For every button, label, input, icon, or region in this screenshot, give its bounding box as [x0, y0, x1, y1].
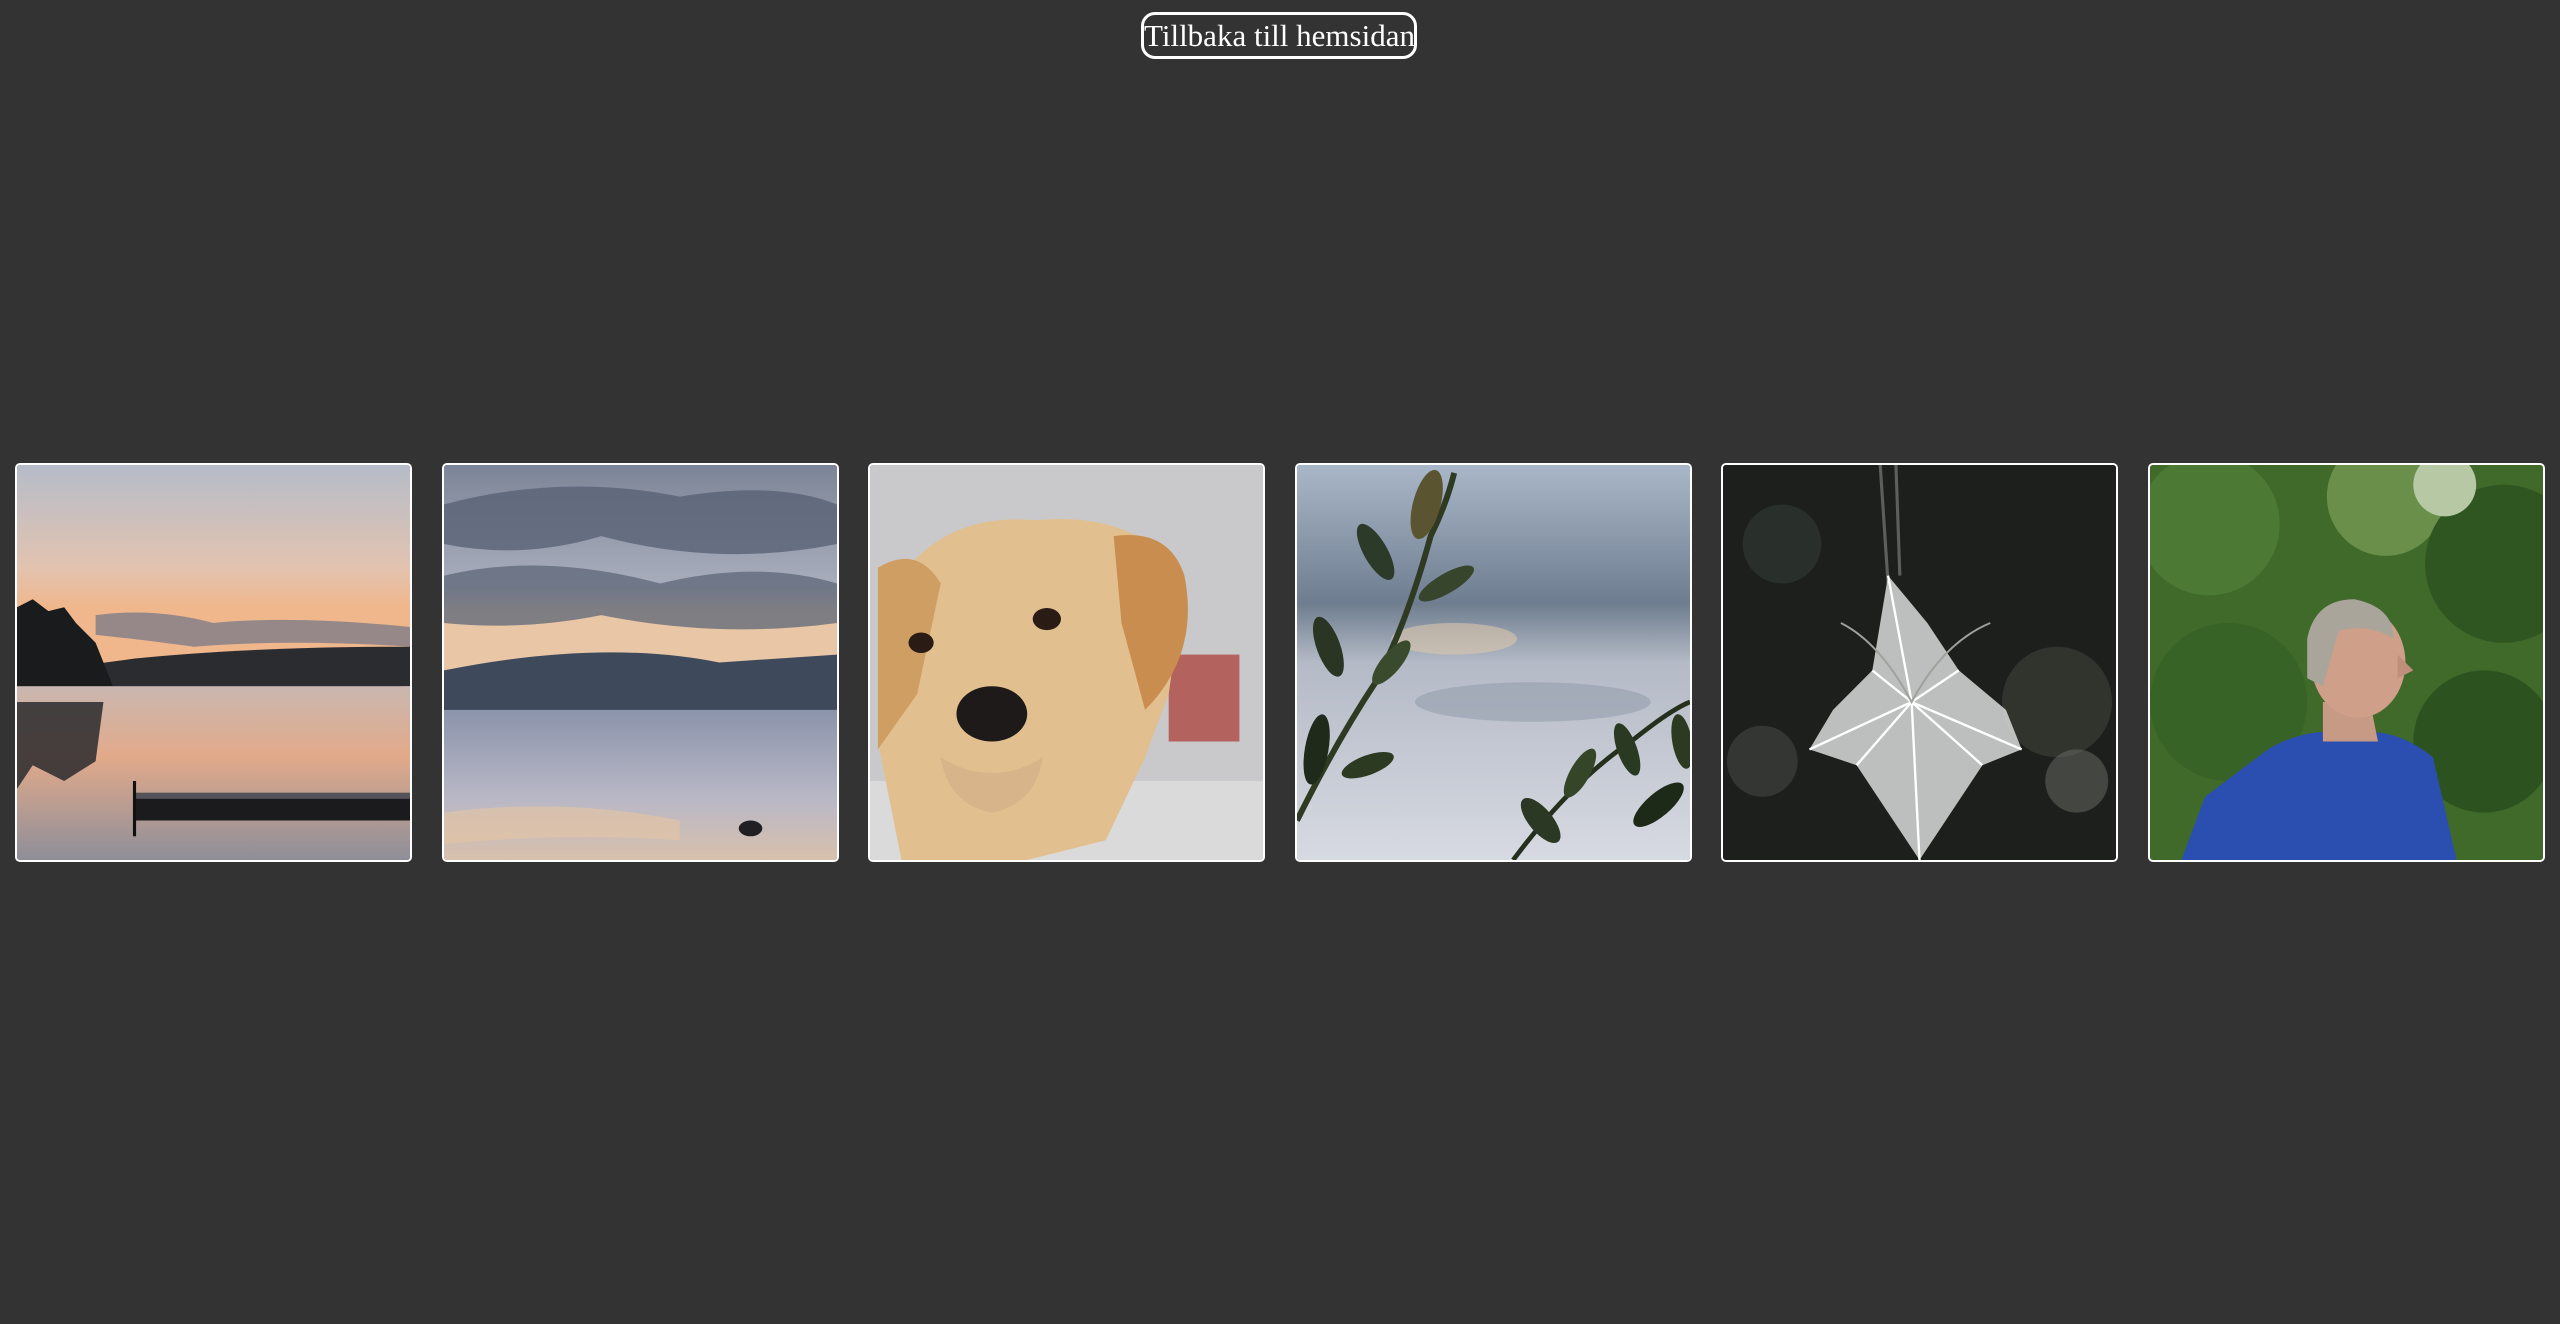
- man-portrait-image: [2150, 465, 2543, 860]
- frost-web-image: [1723, 465, 2116, 860]
- leaves-image: [1297, 465, 1690, 860]
- gallery-photo-leaves[interactable]: [1295, 463, 1692, 862]
- dog-image: [870, 465, 1263, 860]
- gallery-photo-lake-clouds[interactable]: [442, 463, 839, 862]
- gallery-photo-man[interactable]: [2148, 463, 2545, 862]
- gallery-photo-frost-web[interactable]: [1721, 463, 2118, 862]
- gallery-photo-dog[interactable]: [868, 463, 1265, 862]
- photo-gallery: [15, 463, 2545, 862]
- gallery-photo-lake-sunset[interactable]: [15, 463, 412, 862]
- back-to-home-button[interactable]: Tillbaka till hemsidan: [1141, 12, 1417, 59]
- lake-sunset-image: [17, 465, 410, 860]
- lake-clouds-image: [444, 465, 837, 860]
